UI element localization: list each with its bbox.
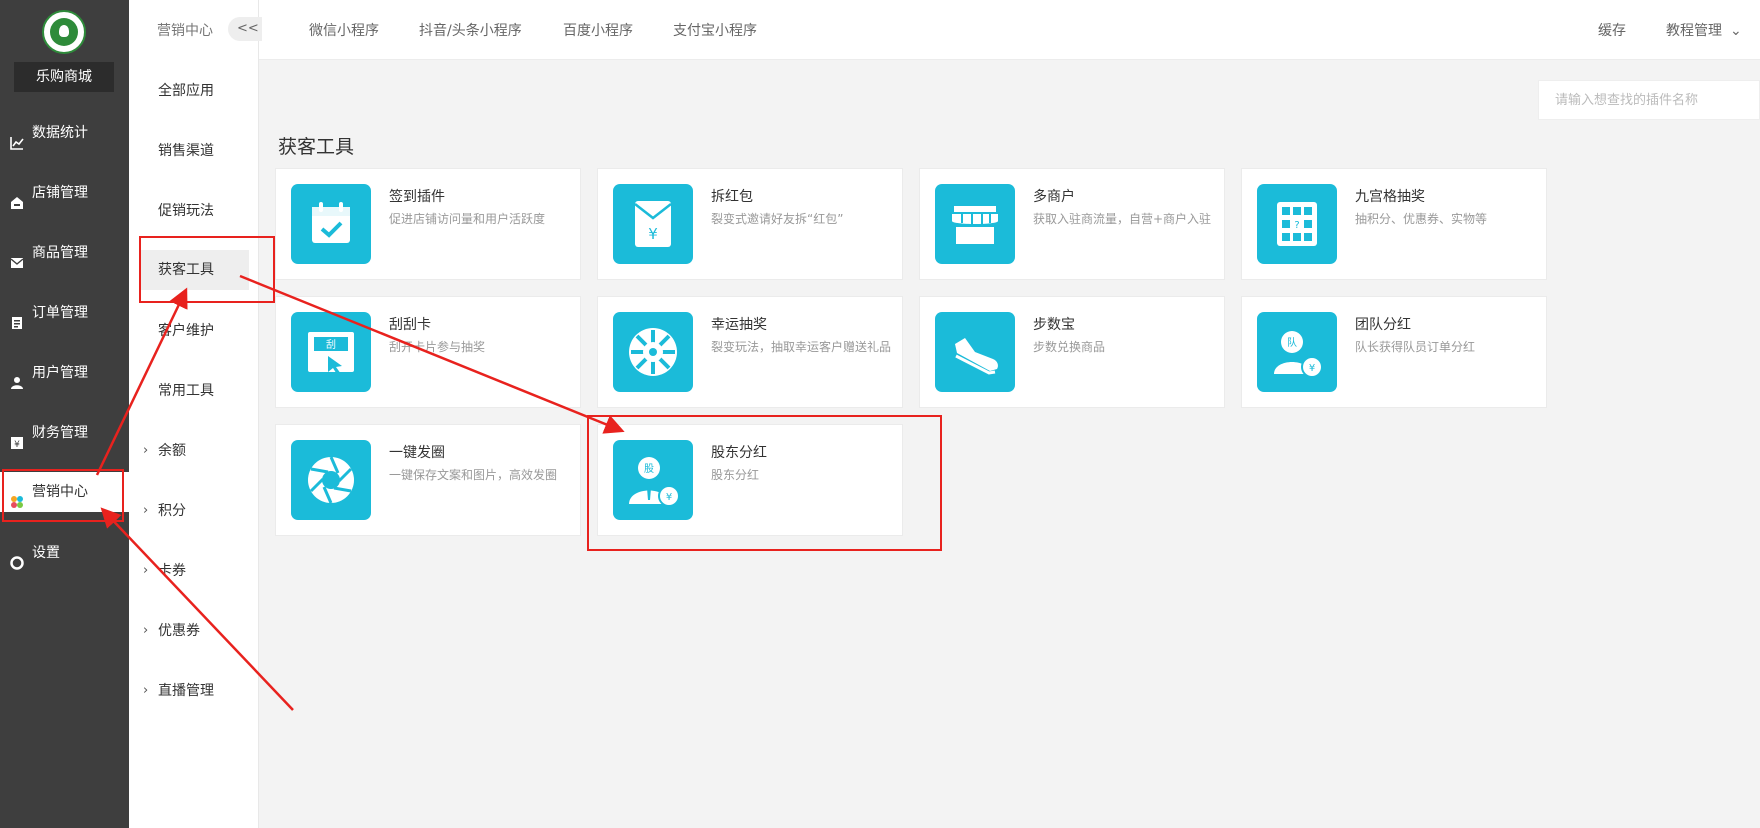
annotation-arrows [95,274,625,711]
